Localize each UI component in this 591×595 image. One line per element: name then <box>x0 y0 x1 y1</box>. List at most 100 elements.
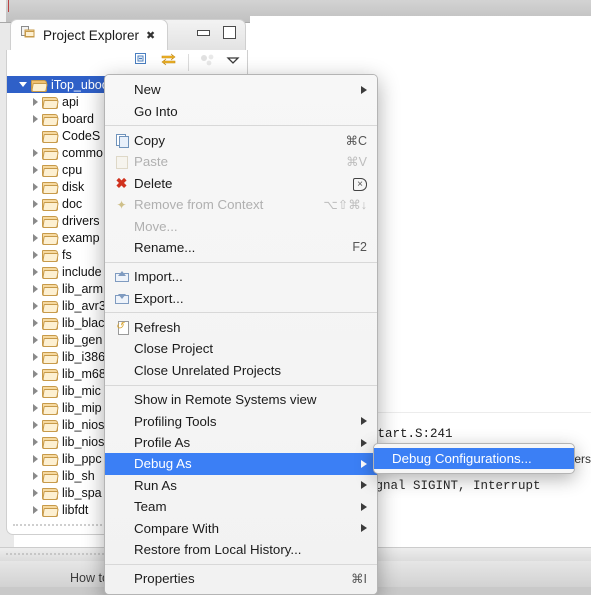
menu-item-label: Profiling Tools <box>134 413 217 429</box>
chevron-right-icon[interactable] <box>33 267 38 276</box>
folder-icon <box>42 368 59 381</box>
menu-item-delete[interactable]: ✖ Delete × <box>105 173 377 194</box>
context-menu[interactable]: New Go Into Copy ⌘C Paste ⌘V ✖ Delete × ✦ Remove f… <box>104 74 378 595</box>
chevron-right-icon[interactable] <box>33 233 38 242</box>
chevron-right-icon[interactable] <box>33 352 38 361</box>
menu-item-copy[interactable]: Copy ⌘C <box>105 130 377 151</box>
menu-item-import[interactable]: Import... <box>105 266 377 287</box>
chevron-right-icon[interactable] <box>33 250 38 259</box>
chevron-right-icon[interactable] <box>33 471 38 480</box>
menu-item-rename[interactable]: Rename... F2 <box>105 237 377 258</box>
menu-item-label: Delete <box>134 175 173 191</box>
tree-item-label: lib_gen <box>62 332 103 347</box>
folder-icon <box>42 351 59 364</box>
tab-project-explorer[interactable]: Project Explorer ✖ <box>10 19 169 51</box>
menu-item-label: Team <box>134 499 167 515</box>
menu-item-profile-as[interactable]: Profile As <box>105 432 377 453</box>
debug-as-submenu[interactable]: Debug Configurations... <box>373 443 575 475</box>
menu-item-go-into[interactable]: Go Into <box>105 100 377 121</box>
menu-item-export[interactable]: Export... <box>105 288 377 309</box>
chevron-right-icon[interactable] <box>33 301 38 310</box>
menu-item-close-project[interactable]: Close Project <box>105 338 377 359</box>
tree-item-label: fs <box>62 247 72 262</box>
folder-icon <box>42 419 59 432</box>
remove-context-icon: ✦ <box>116 197 127 212</box>
chevron-down-icon[interactable] <box>19 82 27 87</box>
export-icon <box>113 293 130 304</box>
chevron-right-icon[interactable] <box>33 386 38 395</box>
chevron-right-icon[interactable] <box>33 182 38 191</box>
tree-item-label: api <box>62 94 79 109</box>
project-explorer-toolbar[interactable] <box>6 50 248 76</box>
tree-item-label: doc <box>62 196 83 211</box>
menu-separator <box>105 563 377 565</box>
chevron-right-icon[interactable] <box>33 284 38 293</box>
menu-separator <box>105 125 377 127</box>
menu-item-label: Show in Remote Systems view <box>134 392 317 408</box>
menu-item-new[interactable]: New <box>105 79 377 100</box>
chevron-right-icon[interactable] <box>33 335 38 344</box>
link-with-editor-icon[interactable] <box>160 53 177 72</box>
menu-item-label: Restore from Local History... <box>134 542 302 557</box>
menu-item-label: New <box>134 82 161 98</box>
maximize-icon[interactable] <box>223 26 236 39</box>
folder-icon <box>42 504 59 517</box>
tree-item-label: drivers <box>62 213 100 228</box>
focus-active-task-icon[interactable] <box>200 53 216 72</box>
folder-icon <box>42 402 59 415</box>
chevron-right-icon[interactable] <box>33 437 38 446</box>
chevron-right-icon[interactable] <box>33 97 38 106</box>
menu-item-move: Move... <box>105 215 377 236</box>
chevron-right-icon[interactable] <box>33 403 38 412</box>
menu-item-label: Debug Configurations... <box>392 451 532 467</box>
submenu-arrow-icon <box>361 438 367 447</box>
menu-item-debug-as[interactable]: Debug As <box>105 453 377 475</box>
submenu-arrow-icon <box>361 85 367 94</box>
menu-item-restore-from-local-history[interactable]: Restore from Local History... <box>105 539 377 560</box>
chevron-right-icon[interactable] <box>33 199 38 208</box>
view-menu-icon[interactable] <box>225 53 241 72</box>
chevron-right-icon[interactable] <box>33 488 38 497</box>
folder-icon <box>42 300 59 313</box>
folder-icon <box>42 164 59 177</box>
menu-item-refresh[interactable]: ↺ Refresh <box>105 317 377 338</box>
menu-item-label: Run As <box>134 477 177 493</box>
tree-item-label: commo <box>62 145 103 160</box>
menu-item-debug-configurations[interactable]: Debug Configurations... <box>374 448 574 470</box>
close-icon[interactable]: ✖ <box>146 29 155 42</box>
folder-icon <box>42 487 59 500</box>
chevron-right-icon[interactable] <box>33 369 38 378</box>
chevron-right-icon[interactable] <box>33 216 38 225</box>
menu-item-run-as[interactable]: Run As <box>105 475 377 496</box>
chevron-right-icon[interactable] <box>33 114 38 123</box>
menu-item-properties[interactable]: Properties ⌘I <box>105 568 377 589</box>
folder-icon <box>42 334 59 347</box>
tree-item-label: lib_nios <box>62 434 105 449</box>
submenu-arrow-icon <box>361 417 367 426</box>
collapse-all-icon[interactable] <box>135 53 151 72</box>
folder-icon <box>42 96 59 109</box>
chevron-right-icon[interactable] <box>33 420 38 429</box>
chevron-right-icon[interactable] <box>33 318 38 327</box>
chevron-right-icon[interactable] <box>33 454 38 463</box>
folder-icon <box>42 470 59 483</box>
minimize-icon[interactable] <box>197 29 210 36</box>
menu-item-team[interactable]: Team <box>105 496 377 517</box>
refresh-icon: ↺ <box>113 321 130 336</box>
tree-item-label: lib_sh <box>62 468 95 483</box>
chevron-right-icon[interactable] <box>33 505 38 514</box>
tree-item-label: lib_mic <box>62 383 101 398</box>
tree-item-label: lib_m68 <box>62 366 106 381</box>
view-window-buttons[interactable] <box>197 26 236 39</box>
app-root: s Console ✖ Properties Pr start.S:241 * … <box>0 0 591 595</box>
menu-item-compare-with[interactable]: Compare With <box>105 517 377 538</box>
menu-item-profiling-tools[interactable]: Profiling Tools <box>105 410 377 431</box>
folder-icon <box>42 385 59 398</box>
menu-item-show-in-remote-systems-view[interactable]: Show in Remote Systems view <box>105 389 377 410</box>
chevron-right-icon[interactable] <box>33 148 38 157</box>
chevron-right-icon[interactable] <box>33 165 38 174</box>
menu-item-label: Close Project <box>134 341 214 357</box>
menu-item-label: Debug As <box>134 456 192 472</box>
menu-item-close-unrelated-projects[interactable]: Close Unrelated Projects <box>105 360 377 381</box>
tree-item-label: lib_avr3 <box>62 298 106 313</box>
